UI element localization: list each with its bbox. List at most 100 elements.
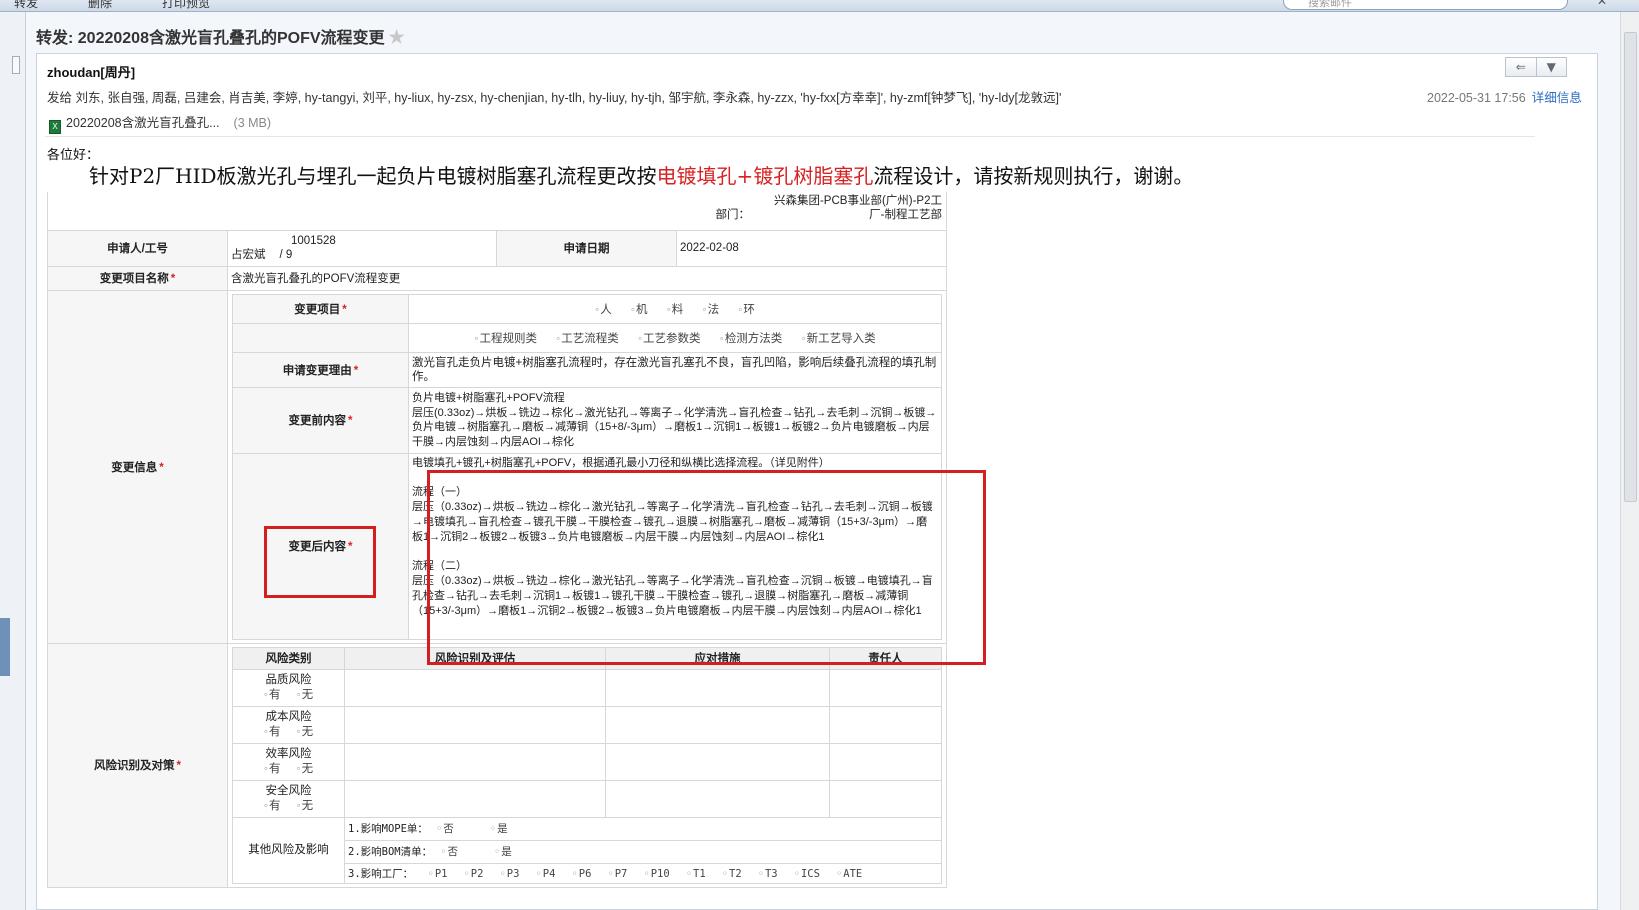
factory-option[interactable]: T1 xyxy=(686,868,706,880)
required-mark: * xyxy=(176,760,181,772)
reason-label: 申请变更理由 * xyxy=(232,351,409,388)
risk-cell: 风险类别 风险识别及评估 应对措施 责任人 品质风险 有无 xyxy=(227,642,947,888)
required-mark: * xyxy=(159,461,164,474)
print-preview-button[interactable]: 打印预览 xyxy=(162,0,210,11)
attachment-name[interactable]: 20220208含激光盲孔叠孔... xyxy=(66,116,220,130)
option-environment[interactable]: 环 xyxy=(738,304,755,316)
factory-option[interactable]: P6 xyxy=(571,868,591,880)
option-method[interactable]: 法 xyxy=(702,304,719,316)
star-icon[interactable]: ★ xyxy=(389,27,405,47)
factory-option[interactable]: ATE xyxy=(836,868,862,880)
detail-link[interactable]: 详细信息 xyxy=(1532,91,1582,105)
factory-option[interactable]: ICS xyxy=(794,868,820,880)
apply-date-value: 2022-02-08 xyxy=(676,229,947,267)
highlight-box-after-label xyxy=(264,526,376,598)
project-name-label: 变更项目名称 * xyxy=(47,265,228,291)
other-risk-line-3: 3.影响工厂： P1 P2 P3 P4 P6 P7 P10 T1 T2 T3 ICS ATE xyxy=(344,862,942,884)
risk-row-safety: 安全风险 有 无 xyxy=(232,779,345,818)
factory-option[interactable]: P3 xyxy=(499,868,519,880)
more-dropdown-icon[interactable]: ▼ xyxy=(1537,58,1567,76)
scrollbar-thumb[interactable] xyxy=(1624,32,1637,502)
risk-yes-option[interactable]: 有 xyxy=(264,689,281,701)
change-item-options-2: 工程规则类 工艺流程类 工艺参数类 检测方法类 新工艺导入类 xyxy=(408,322,942,353)
dept-cell: 部门： 兴森集团-PCB事业部(广州)-P2工厂-制程工艺部 xyxy=(47,192,947,231)
factory-option[interactable]: P1 xyxy=(427,868,447,880)
factory-option[interactable]: P2 xyxy=(463,868,483,880)
change-item-label-blank xyxy=(232,322,409,353)
option-person[interactable]: 人 xyxy=(595,304,612,316)
risk-label: 风险识别及对策 * xyxy=(47,642,228,888)
other-risk-line-2: 2.影响BOM清单： 否 是 xyxy=(344,839,942,864)
body-text-part1: 针对P2厂HID板激光孔与埋孔一起负片电镀树脂塞孔流程更改按 xyxy=(89,164,657,188)
option-process-flow[interactable]: 工艺流程类 xyxy=(556,333,619,345)
forward-button[interactable]: 转发 xyxy=(14,0,38,11)
risk-no-option[interactable]: 无 xyxy=(297,689,314,701)
option-process-param[interactable]: 工艺参数类 xyxy=(638,333,701,345)
option-test-method[interactable]: 检测方法类 xyxy=(720,333,783,345)
factory-option[interactable]: T2 xyxy=(722,868,742,880)
highlight-box-after-content xyxy=(427,470,986,665)
option-new-process[interactable]: 新工艺导入类 xyxy=(802,333,876,345)
recipients-list: 刘东, 张自强, 周磊, 吕建会, 肖吉美, 李婷, hy-tangyi, 刘平… xyxy=(75,91,1062,105)
required-mark: * xyxy=(353,364,359,377)
before-label: 变更前内容 * xyxy=(232,386,409,454)
risk-yes-option[interactable]: 有 xyxy=(264,726,281,738)
dept-value: 兴森集团-PCB事业部(广州)-P2工厂-制程工艺部 xyxy=(773,195,942,221)
risk-no-option[interactable]: 无 xyxy=(297,763,314,775)
risk-row-quality: 品质风险 有 无 xyxy=(232,668,345,707)
applicant-name: 占宏斌 xyxy=(231,249,266,261)
after-line: 电镀填孔+镀孔+树脂塞孔+POFV，根据通孔最小刀径和纵横比选择流程。（详见附件… xyxy=(412,456,830,469)
change-info-label: 变更信息 * xyxy=(47,289,228,644)
sender-name: zhoudan[周丹] xyxy=(47,65,136,80)
before-line: 负片电镀+树脂塞孔+POFV流程 xyxy=(412,392,565,404)
risk-row-efficiency: 效率风险 有 无 xyxy=(232,742,345,781)
risk-label-text: 风险识别及对策 xyxy=(94,760,175,772)
body-text-highlight: 电镀填孔+镀孔树脂塞孔 xyxy=(656,164,874,188)
required-mark: * xyxy=(342,303,347,316)
factory-option[interactable]: P4 xyxy=(535,868,555,880)
factory-option[interactable]: T3 xyxy=(758,868,778,880)
risk-category: 成本风险 xyxy=(265,710,312,723)
option-yes[interactable]: 是 xyxy=(490,823,508,835)
reason-label-text: 申请变更理由 xyxy=(282,364,352,377)
option-machine[interactable]: 机 xyxy=(631,304,648,316)
mail-subject: 转发: 20220208含激光盲孔叠孔的POFV流程变更 ★ xyxy=(36,24,405,48)
mail-date: 2022-05-31 17:56 详细信息 xyxy=(1427,87,1582,106)
project-name-value: 含激光盲孔叠孔的POFV流程变更 xyxy=(227,265,947,291)
factory-option[interactable]: P7 xyxy=(607,868,627,880)
close-icon[interactable]: ✕ xyxy=(1597,0,1607,8)
search-input[interactable]: 搜索邮件 xyxy=(1283,0,1568,10)
option-engineering-rule[interactable]: 工程规则类 xyxy=(474,333,537,345)
other-risk-label: 其他风险及影响 xyxy=(232,816,345,884)
option-no[interactable]: 否 xyxy=(436,823,454,835)
option-yes[interactable]: 是 xyxy=(494,846,512,858)
risk-header-category: 风险类别 xyxy=(232,646,345,670)
subject-text: 转发: 20220208含激光盲孔叠孔的POFV流程变更 xyxy=(36,30,385,47)
dept-label: 部门： xyxy=(715,209,751,221)
top-toolbar: 转发 删除 打印预览 搜索邮件 ✕ xyxy=(0,0,1639,12)
other-risk-text: 1.影响MOPE单： xyxy=(348,823,428,835)
risk-yes-option[interactable]: 有 xyxy=(264,763,281,775)
other-risk-text: 2.影响BOM清单： xyxy=(348,846,433,858)
delete-button[interactable]: 删除 xyxy=(88,0,112,11)
body-text-part2: 流程设计，请按新规则执行，谢谢。 xyxy=(873,164,1194,188)
project-name-label-text: 变更项目名称 xyxy=(99,273,169,285)
selected-item-marker xyxy=(0,618,10,676)
risk-yes-option[interactable]: 有 xyxy=(264,800,281,812)
other-risk-line-1: 1.影响MOPE单： 否 是 xyxy=(344,816,942,841)
change-item-label: 变更项目 * xyxy=(232,293,409,324)
risk-no-option[interactable]: 无 xyxy=(297,800,314,812)
required-mark: * xyxy=(170,273,176,285)
vertical-scrollbar[interactable] xyxy=(1620,12,1639,910)
applicant-id: 1001528 xyxy=(291,235,336,247)
recipients-label: 发给 xyxy=(47,91,73,105)
reply-arrow-icon[interactable]: ⇐ xyxy=(1506,58,1537,76)
risk-no-option[interactable]: 无 xyxy=(297,726,314,738)
attachment[interactable]: X 20220208含激光盲孔叠孔... (3 MB) xyxy=(49,112,271,134)
factory-option[interactable]: P10 xyxy=(643,868,669,880)
change-info-label-text: 变更信息 xyxy=(111,461,158,474)
option-no[interactable]: 否 xyxy=(440,846,458,858)
option-material[interactable]: 料 xyxy=(667,304,684,316)
collapse-handle[interactable] xyxy=(12,56,20,74)
risk-row-cost: 成本风险 有 无 xyxy=(232,705,345,744)
